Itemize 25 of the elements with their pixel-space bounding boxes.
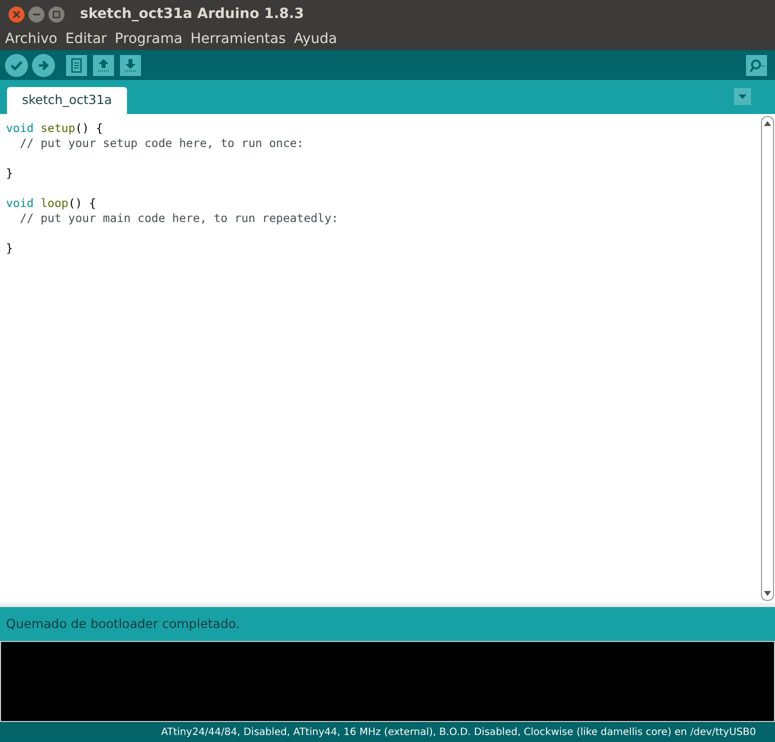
menu-item[interactable]: Ayuda [290,28,342,50]
scroll-up-icon[interactable] [764,121,771,126]
menu-item[interactable]: Archivo [1,28,62,50]
menu-item[interactable]: Programa [110,28,186,50]
board-info: ATtiny24/44/84, Disabled, ATtiny44, 16 MHz (external), B.O.D. Disabled, Clockwise (like damellis core) en /dev/ttyUSB0 [161,726,756,740]
code-line: } [6,166,13,180]
serial-monitor-icon[interactable] [746,54,767,76]
tab[interactable]: sketch_oct31a [7,87,127,114]
window-title: sketch_oct31a Arduino 1.8.3 [80,4,304,24]
code-line: void loop() { [6,196,96,210]
new-file-icon[interactable] [66,54,87,76]
menu-item[interactable]: Editar [61,28,111,50]
close-icon[interactable] [8,6,25,22]
code-line: // put your setup code here, to run once: [18,136,304,150]
status-message: Quemado de bootloader completado. [6,614,240,633]
dropdown-icon[interactable] [734,88,751,105]
code-line: // put your main code here, to run repeatedly: [18,211,338,225]
minimize-icon[interactable] [28,6,45,22]
code-line: void setup() { [6,121,103,135]
verify-icon[interactable] [5,54,28,76]
code-line: } [6,241,13,255]
scroll-down-icon[interactable] [764,591,771,596]
menu-item[interactable]: Herramientas [186,28,290,50]
scrollbar[interactable] [761,116,774,601]
maximize-icon[interactable] [48,6,65,22]
